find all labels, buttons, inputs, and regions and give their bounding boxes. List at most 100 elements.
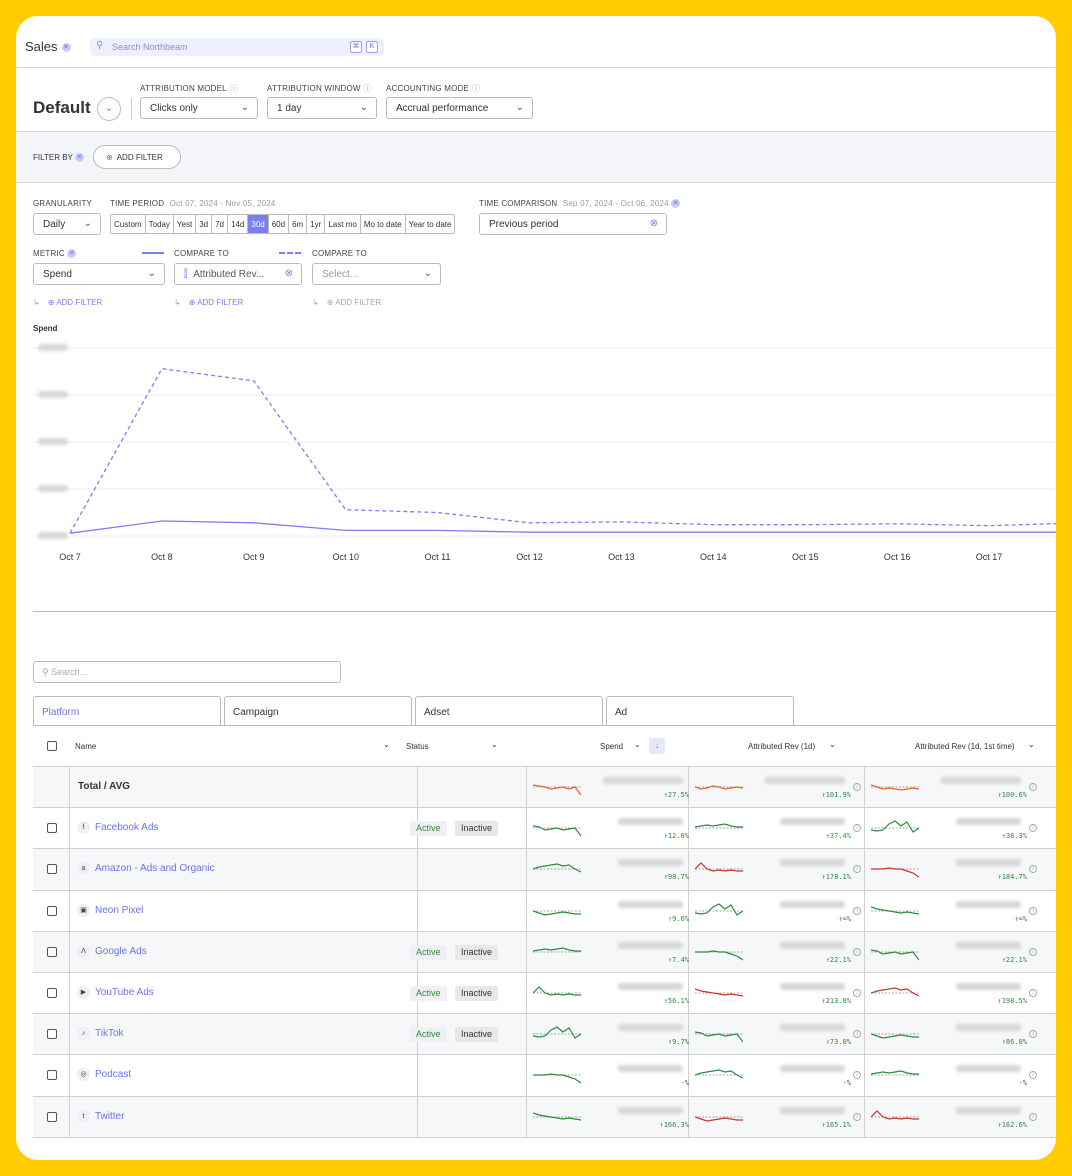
table-row[interactable]: a Amazon - Ads and Organic ↑98.7% ↑178.1% i ↑… (33, 849, 1056, 891)
info-icon[interactable]: i (1029, 1030, 1037, 1039)
table-row[interactable]: ◎ Podcast -% -% i -% i (33, 1055, 1056, 1097)
table-row[interactable]: Λ Google Ads Active Inactive ↑7.4% ↑22.1% i ↑22… (33, 931, 1056, 973)
info-icon[interactable]: i (853, 1030, 861, 1039)
time-comparison-select[interactable]: Previous period ⊗ (479, 213, 667, 235)
period-option[interactable]: Yest (174, 215, 197, 233)
info-icon[interactable]: i (853, 865, 861, 874)
row-checkbox[interactable] (47, 946, 57, 957)
info-icon[interactable]: i (1029, 947, 1037, 956)
attribution-model-select[interactable]: Clicks only ⌄ (140, 97, 258, 119)
platform-name-link[interactable]: Neon Pixel (95, 905, 143, 916)
chevron-down-icon[interactable]: ⌄ (1028, 740, 1035, 749)
period-option[interactable]: 6m (289, 215, 308, 233)
compare-to-2-select[interactable]: Select... ⌄ (312, 263, 441, 285)
period-option[interactable]: 7d (212, 215, 229, 233)
period-option[interactable]: Custom (111, 215, 146, 233)
status-active-badge[interactable]: Active (410, 821, 447, 837)
chevron-down-icon: ⌄ (515, 102, 524, 113)
chevron-down-icon[interactable]: ⌄ (829, 740, 836, 749)
row-checkbox[interactable] (47, 905, 57, 916)
status-active-badge[interactable]: Active (410, 986, 447, 1001)
header-status[interactable]: Status (406, 742, 429, 751)
row-checkbox[interactable] (47, 823, 57, 834)
compare-to-1-select[interactable]: ⫿ Attributed Rev... ⊗ (174, 263, 302, 285)
info-icon[interactable]: i (1029, 783, 1037, 791)
info-icon[interactable]: i (853, 1071, 861, 1080)
blurred-value (780, 818, 845, 826)
period-option[interactable]: 60d (269, 215, 290, 233)
status-inactive-badge[interactable]: Inactive (455, 944, 499, 960)
chevron-down-icon[interactable]: ⌄ (383, 740, 390, 749)
status-active-badge[interactable]: Active (410, 944, 447, 960)
info-icon[interactable]: i (1029, 906, 1037, 915)
table-row[interactable]: ▣ Neon Pixel ↑9.6% ↑∞% i ↑∞% i (33, 890, 1056, 932)
period-option[interactable]: Mo to date (361, 215, 406, 233)
info-icon[interactable]: i (1029, 865, 1037, 874)
platform-name-link[interactable]: Google Ads (95, 946, 147, 957)
period-option-selected[interactable]: 30d (248, 215, 269, 233)
info-icon[interactable]: i (853, 783, 861, 791)
view-dropdown-chevron-down-icon[interactable]: ⌄ (97, 97, 121, 121)
info-icon[interactable]: i (853, 906, 861, 915)
metric-select[interactable]: Spend ⌄ (33, 263, 165, 285)
granularity-select[interactable]: Daily ⌄ (33, 213, 101, 235)
period-option[interactable]: 14d (228, 215, 249, 233)
row-checkbox[interactable] (47, 1111, 57, 1122)
status-active-badge[interactable]: Active (410, 1027, 447, 1043)
header-attributed-rev-1d[interactable]: Attributed Rev (1d) (748, 742, 815, 751)
platform-name-link[interactable]: Twitter (95, 1111, 124, 1122)
period-option[interactable]: 3d (196, 215, 213, 233)
status-inactive-badge[interactable]: Inactive (455, 821, 499, 837)
info-icon[interactable]: i (853, 989, 861, 997)
chevron-down-icon[interactable]: ⌄ (634, 740, 641, 749)
header-attributed-rev-1d-first[interactable]: Attributed Rev (1d, 1st time) (915, 742, 1015, 751)
header-name[interactable]: Name (75, 742, 96, 751)
row-checkbox[interactable] (47, 1029, 57, 1040)
info-icon[interactable]: i (1029, 989, 1037, 997)
status-inactive-badge[interactable]: Inactive (455, 986, 499, 1001)
info-icon[interactable]: i (853, 824, 861, 833)
platform-name-link[interactable]: YouTube Ads (95, 987, 154, 998)
global-search-input[interactable]: ⚲ Search Northbeam ⌘ K (90, 38, 384, 56)
chevron-down-icon[interactable]: ⌄ (491, 740, 498, 749)
period-option[interactable]: Last mo (325, 215, 361, 233)
column-divider (864, 1055, 865, 1096)
platform-name-link[interactable]: Podcast (95, 1069, 131, 1080)
table-row[interactable]: ▶ YouTube Ads Active Inactive ↑56.1% ↑213.0% i… (33, 973, 1056, 1015)
row-checkbox[interactable] (47, 864, 57, 875)
header-spend[interactable]: Spend (600, 742, 623, 751)
info-icon[interactable]: i (1029, 1112, 1037, 1121)
table-row[interactable]: f Facebook Ads Active Inactive ↑12.0% ↑37.4% i… (33, 808, 1056, 850)
accounting-mode-select[interactable]: Accrual performance ⌄ (386, 97, 533, 119)
platform-name-link[interactable]: Amazon - Ads and Organic (95, 863, 215, 874)
period-option[interactable]: 1yr (307, 215, 326, 233)
status-inactive-badge[interactable]: Inactive (455, 1027, 499, 1043)
row-checkbox[interactable] (47, 988, 57, 998)
add-filter-button[interactable]: ⊕ ADD FILTER (93, 145, 181, 169)
period-option[interactable]: Today (146, 215, 174, 233)
compare1-add-filter-link[interactable]: ↳ ⊕ ADD FILTER (174, 298, 243, 307)
column-divider (69, 808, 70, 849)
select-all-checkbox[interactable] (47, 741, 57, 751)
table-row[interactable]: t Twitter ↑166.3% ↑165.1% i ↑162.6% i (33, 1096, 1056, 1138)
sort-desc-arrow-icon[interactable]: ↓ (649, 738, 665, 754)
row-checkbox[interactable] (47, 1070, 57, 1081)
blurred-value (956, 818, 1021, 826)
table-search-input[interactable]: ⚲ Search... (33, 661, 341, 683)
tab-ad[interactable]: Ad (606, 696, 794, 726)
clear-circle-icon[interactable]: ⊗ (650, 218, 658, 229)
info-icon[interactable]: i (853, 1112, 861, 1121)
clear-circle-icon[interactable]: ⊗ (285, 268, 293, 279)
platform-name-link[interactable]: Facebook Ads (95, 822, 158, 833)
info-icon[interactable]: i (1029, 1071, 1037, 1080)
tab-platform[interactable]: Platform (33, 696, 221, 726)
metric-add-filter-link[interactable]: ↳ ⊕ ADD FILTER (33, 298, 102, 307)
info-icon[interactable]: i (1029, 824, 1037, 833)
period-option[interactable]: Year to date (406, 215, 455, 233)
info-icon[interactable]: i (853, 947, 861, 956)
table-row[interactable]: ♪ TikTok Active Inactive ↑9.7% ↑73.0% i ↑86.0% i (33, 1014, 1056, 1056)
platform-name-link[interactable]: TikTok (95, 1028, 124, 1039)
attribution-window-select[interactable]: 1 day ⌄ (267, 97, 377, 119)
tab-campaign[interactable]: Campaign (224, 696, 412, 726)
tab-adset[interactable]: Adset (415, 696, 603, 726)
